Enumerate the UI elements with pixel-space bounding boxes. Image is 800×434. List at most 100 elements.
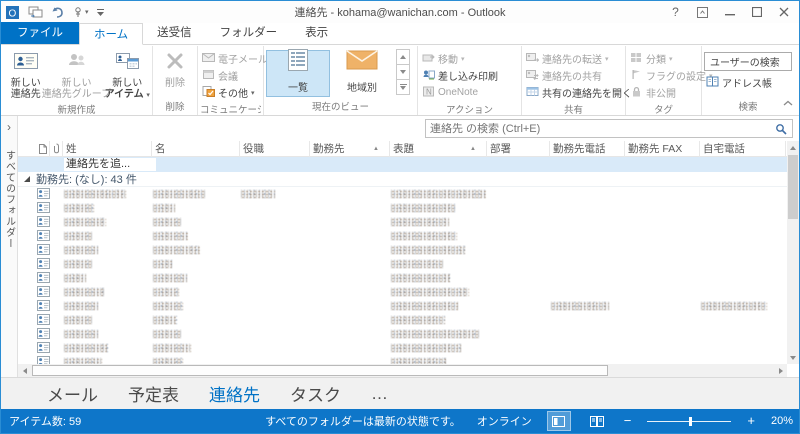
zoom-in-button[interactable]: + xyxy=(747,414,755,427)
scroll-left-icon[interactable] xyxy=(18,364,31,377)
connection-status[interactable]: オンライン xyxy=(477,413,532,429)
gallery-scroll-down-button[interactable] xyxy=(396,64,410,80)
contact-row[interactable] xyxy=(18,215,787,229)
column-header-job-title[interactable]: 役職 xyxy=(240,141,310,157)
collapse-ribbon-icon[interactable] xyxy=(783,93,793,111)
column-header-file-as[interactable]: 表題 ▲ xyxy=(390,141,487,157)
search-input[interactable] xyxy=(426,122,775,135)
column-header-home-phone[interactable]: 自宅電話 xyxy=(700,141,786,157)
zoom-level[interactable]: 20% xyxy=(771,415,793,427)
follow-up-button[interactable]: フラグの設定▾ xyxy=(628,67,713,84)
redacted-last xyxy=(64,260,92,268)
view-list-button[interactable]: 一覧 xyxy=(266,49,330,97)
mail-merge-button[interactable]: 差し込み印刷 xyxy=(420,67,519,84)
contact-row[interactable] xyxy=(18,187,787,201)
meeting-button[interactable]: 会議 xyxy=(200,67,261,84)
column-header-business-fax[interactable]: 勤務先 FAX xyxy=(625,141,700,157)
new-contact-prompt[interactable]: 連絡先を追... xyxy=(64,158,156,171)
scroll-right-icon[interactable] xyxy=(774,364,787,377)
attachment-column-header[interactable] xyxy=(50,141,63,157)
nav-more[interactable]: … xyxy=(371,384,388,404)
email-button[interactable]: 電子メール xyxy=(200,50,268,67)
maximize-button[interactable] xyxy=(743,1,770,23)
zoom-slider[interactable] xyxy=(647,415,732,427)
contact-row[interactable] xyxy=(18,257,787,271)
expand-folder-pane-icon[interactable]: › xyxy=(7,120,11,134)
contact-row[interactable] xyxy=(18,271,787,285)
column-header-company[interactable]: 勤務先 ▲ xyxy=(310,141,390,157)
tab-folder[interactable]: フォルダー xyxy=(206,22,292,44)
document-icon xyxy=(38,143,47,154)
contact-row[interactable] xyxy=(18,201,787,215)
categorize-button[interactable]: 分類 ▾ xyxy=(628,50,699,67)
zoom-slider-thumb[interactable] xyxy=(689,417,693,426)
new-item-button[interactable]: 新しい アイテム ▾ xyxy=(105,48,151,101)
folder-pane-label[interactable]: すべてのフォルダー xyxy=(2,150,17,249)
vertical-scroll-thumb[interactable] xyxy=(788,155,798,219)
group-header-row[interactable]: 勤務先: (なし): 43 件 xyxy=(18,172,787,187)
help-button[interactable]: ? xyxy=(662,1,689,23)
more-icon xyxy=(202,85,215,100)
contact-card-icon xyxy=(37,202,50,216)
outlook-app-icon[interactable]: O xyxy=(6,3,21,21)
reading-view-button[interactable] xyxy=(586,412,608,430)
zoom-out-button[interactable]: − xyxy=(624,414,632,427)
new-contact-group-button[interactable]: 新しい 連絡先グループ xyxy=(42,48,111,101)
group-share: 連絡先の転送 ▾ 連絡先の共有 共有の連絡先を開く 共有 xyxy=(522,46,632,115)
horizontal-scroll-thumb[interactable] xyxy=(32,365,608,376)
scroll-up-icon[interactable] xyxy=(787,141,799,154)
contact-row[interactable] xyxy=(18,229,787,243)
sync-status[interactable]: すべてのフォルダーは最新の状態です。 xyxy=(265,413,461,429)
scroll-down-icon[interactable] xyxy=(787,351,799,364)
nav-contacts[interactable]: 連絡先 xyxy=(209,381,260,406)
view-region-button[interactable]: 地域別 xyxy=(330,50,394,97)
nav-mail[interactable]: メール xyxy=(47,381,98,406)
new-contact-row[interactable]: 連絡先を追... xyxy=(18,157,787,172)
column-header-last-name[interactable]: 姓 xyxy=(63,141,152,157)
group-expanded-icon[interactable] xyxy=(24,176,30,182)
column-header-department[interactable]: 部署 xyxy=(487,141,550,157)
tab-home[interactable]: ホーム xyxy=(79,23,144,45)
normal-view-button[interactable] xyxy=(546,411,571,431)
address-book-button[interactable]: アドレス帳 xyxy=(704,74,792,91)
send-receive-icon[interactable] xyxy=(28,3,44,21)
horizontal-scrollbar[interactable] xyxy=(18,364,787,377)
private-button[interactable]: 非公開 xyxy=(628,84,699,101)
group-current-view: 一覧 地域別 現在のビュー xyxy=(264,46,418,115)
undo-icon[interactable] xyxy=(51,3,65,21)
contact-row[interactable] xyxy=(18,285,787,299)
contact-row[interactable] xyxy=(18,243,787,257)
contact-row[interactable] xyxy=(18,341,787,355)
touch-mode-icon[interactable]: ▾ xyxy=(72,3,89,21)
onenote-button[interactable]: N OneNote xyxy=(420,84,519,101)
gallery-scroll-up-button[interactable] xyxy=(396,49,410,65)
ribbon-display-options-button[interactable] xyxy=(689,1,716,23)
customize-qat-icon[interactable] xyxy=(96,3,105,21)
contact-row[interactable] xyxy=(18,327,787,341)
icon-column-header[interactable] xyxy=(36,141,50,157)
contact-row[interactable] xyxy=(18,313,787,327)
nav-tasks[interactable]: タスク xyxy=(290,381,341,406)
search-people-box[interactable]: ユーザーの検索 xyxy=(704,52,792,71)
open-shared-contacts-button[interactable]: 共有の連絡先を開く xyxy=(524,84,632,101)
column-header-business-phone[interactable]: 勤務先電話 xyxy=(550,141,625,157)
forward-contact-button[interactable]: 連絡先の転送 ▾ xyxy=(524,50,623,67)
nav-calendar[interactable]: 予定表 xyxy=(128,381,179,406)
new-contact-group-icon xyxy=(64,50,90,76)
contact-row[interactable] xyxy=(18,299,787,313)
tab-file[interactable]: ファイル xyxy=(1,22,79,44)
more-button[interactable]: その他 ▾ xyxy=(200,84,261,101)
open-shared-contacts-icon xyxy=(526,86,539,100)
column-header-first-name[interactable]: 名 xyxy=(152,141,240,157)
delete-button[interactable]: 削除 xyxy=(155,48,195,89)
close-button[interactable] xyxy=(770,1,797,23)
tab-view[interactable]: 表示 xyxy=(291,22,342,44)
move-button[interactable]: 移動 ▾ xyxy=(420,50,519,67)
contact-row[interactable] xyxy=(18,355,787,364)
gallery-more-button[interactable] xyxy=(396,79,410,95)
vertical-scrollbar[interactable] xyxy=(787,141,799,364)
share-contact-button[interactable]: 連絡先の共有 xyxy=(524,67,623,84)
minimize-button[interactable] xyxy=(716,1,743,23)
tab-send-receive[interactable]: 送受信 xyxy=(143,22,206,44)
search-icon[interactable] xyxy=(775,123,792,135)
